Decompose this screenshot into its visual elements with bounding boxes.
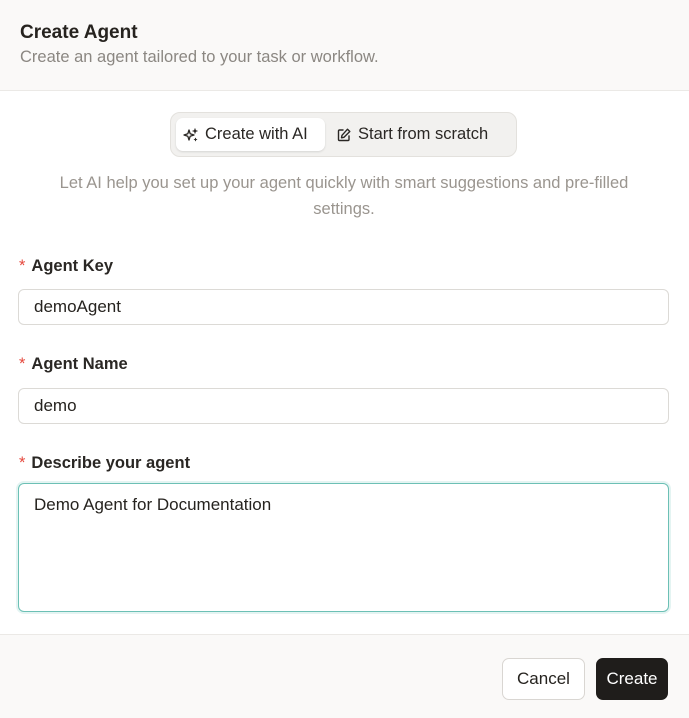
agent-name-input[interactable]: [18, 388, 669, 424]
sparkles-icon: [183, 127, 199, 143]
creation-mode-toggle: Create with AI Start from scratch: [170, 112, 517, 157]
required-marker: *: [19, 454, 26, 472]
agent-key-label: * Agent Key: [19, 257, 114, 275]
agent-key-input[interactable]: [18, 289, 669, 325]
create-agent-dialog: Create Agent Create an agent tailored to…: [0, 0, 689, 718]
required-marker: *: [19, 257, 26, 275]
start-from-scratch-label: Start from scratch: [358, 125, 489, 143]
agent-description-textarea[interactable]: Demo Agent for Documentation: [18, 483, 669, 612]
create-button[interactable]: Create: [596, 658, 668, 700]
create-with-ai-tab[interactable]: Create with AI: [176, 118, 325, 151]
dialog-subtitle: Create an agent tailored to your task or…: [20, 48, 379, 66]
create-with-ai-label: Create with AI: [205, 125, 308, 143]
required-marker: *: [19, 355, 26, 373]
dialog-footer: Cancel Create: [0, 634, 689, 718]
dialog-title: Create Agent: [20, 22, 138, 43]
agent-description-label: * Describe your agent: [19, 454, 191, 472]
agent-name-label: * Agent Name: [19, 355, 128, 373]
start-from-scratch-tab[interactable]: Start from scratch: [333, 118, 509, 151]
dialog-header: Create Agent Create an agent tailored to…: [0, 0, 689, 91]
cancel-button[interactable]: Cancel: [502, 658, 585, 700]
edit-icon: [336, 127, 352, 143]
ai-mode-hint: Let AI help you set up your agent quickl…: [59, 174, 629, 218]
